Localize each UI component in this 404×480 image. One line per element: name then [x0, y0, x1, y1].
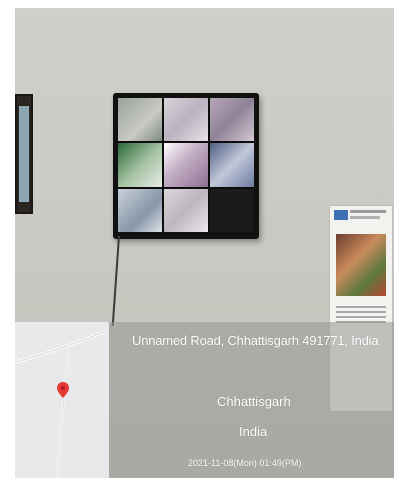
map-pin-icon: [57, 382, 69, 398]
camera-feed: [118, 143, 162, 187]
state-text: Chhattisgarh: [217, 394, 291, 409]
wall-picture-frame: [15, 94, 33, 214]
camera-feed: [210, 143, 254, 187]
country-text: India: [239, 424, 268, 439]
camera-feed: [164, 143, 208, 187]
datetime-text: 2021-11-08(Mon) 01:49(PM): [188, 458, 302, 468]
camera-feed: [118, 98, 162, 142]
camera-feed: [118, 188, 162, 232]
map-thumbnail: [15, 322, 109, 478]
calendar-photo: [336, 234, 386, 296]
monitor-cable: [111, 235, 120, 326]
address-text: Unnamed Road, Chhattisgarh 491771, India: [132, 333, 379, 348]
camera-feed: [164, 188, 208, 232]
camera-feed: [210, 188, 254, 232]
camera-grid: [118, 98, 254, 232]
cctv-monitor: [113, 93, 259, 239]
camera-feed: [164, 98, 208, 142]
camera-feed: [210, 98, 254, 142]
